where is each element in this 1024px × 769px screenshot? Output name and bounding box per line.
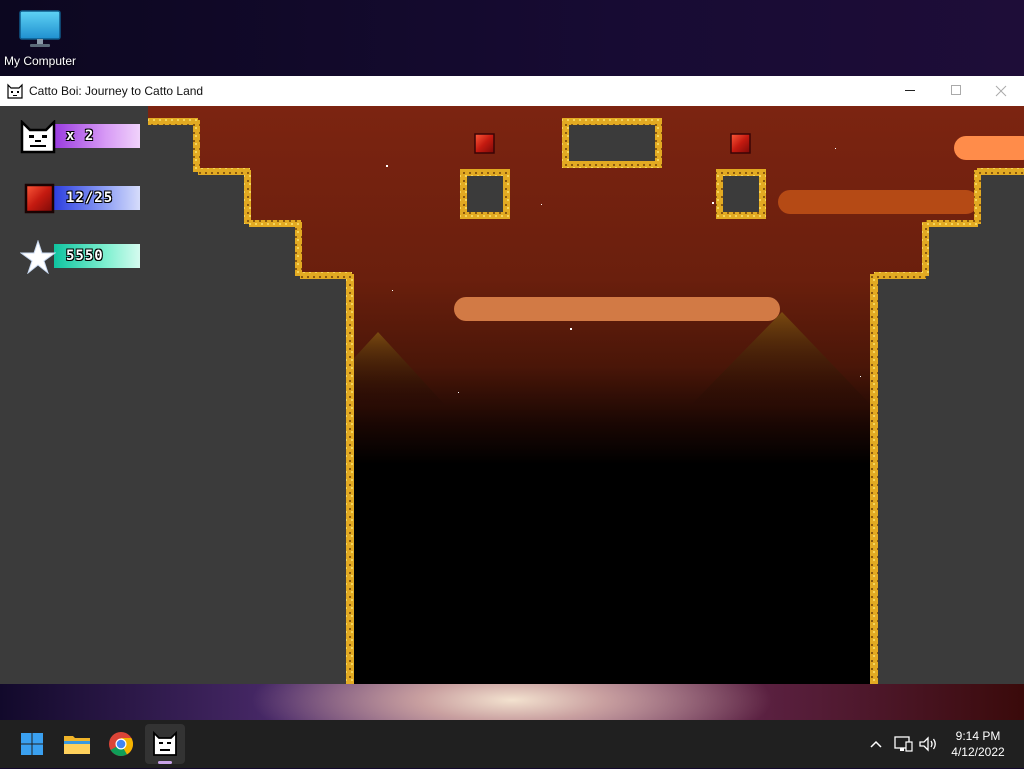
- maximize-button[interactable]: [933, 76, 979, 106]
- monitor-icon: [17, 8, 63, 50]
- chrome-button[interactable]: [101, 724, 141, 764]
- cloud: [778, 190, 978, 214]
- catto-boi-taskbar-button[interactable]: [145, 724, 185, 764]
- floating-block-top-center: [562, 118, 662, 168]
- volume-button[interactable]: [916, 732, 940, 756]
- tray-overflow-button[interactable]: [864, 732, 888, 756]
- cloud: [954, 136, 1024, 160]
- game-canvas[interactable]: x 2 12/25 5550: [0, 106, 1024, 684]
- floating-block-left: [460, 169, 510, 219]
- chevron-up-icon: [870, 740, 882, 748]
- cat-face-icon: [7, 83, 23, 99]
- taskbar: 9:14 PM 4/12/2022: [0, 720, 1024, 768]
- file-explorer-button[interactable]: [57, 724, 97, 764]
- window-title: Catto Boi: Journey to Catto Land: [29, 84, 204, 98]
- start-button[interactable]: [12, 724, 52, 764]
- desktop-wallpaper-top: [0, 0, 1024, 80]
- red-gem-collectible: [474, 133, 495, 154]
- desktop-icon-label: My Computer: [3, 54, 77, 68]
- lives-counter: x 2: [54, 124, 140, 148]
- folder-icon: [64, 736, 90, 754]
- game-scene: [0, 106, 1024, 684]
- close-icon: [995, 85, 1007, 97]
- red-gem-collectible: [730, 133, 751, 154]
- clock-time: 9:14 PM: [955, 729, 1001, 743]
- clock-date: 4/12/2022: [951, 745, 1005, 759]
- cloud: [454, 297, 780, 321]
- maximize-icon: [951, 85, 961, 95]
- close-button[interactable]: [978, 76, 1024, 106]
- star-icon: [19, 239, 57, 275]
- minimize-icon: [905, 90, 915, 91]
- red-gem-icon: [20, 182, 56, 216]
- network-status-button[interactable]: [891, 732, 915, 756]
- volume-icon: [919, 736, 936, 752]
- active-app-indicator: [158, 761, 172, 764]
- score-counter: 5550: [54, 244, 140, 268]
- floating-block-right: [716, 169, 766, 219]
- cat-face-icon: [20, 118, 56, 154]
- network-icon: [894, 736, 913, 752]
- minimize-button[interactable]: [887, 76, 933, 106]
- system-clock[interactable]: 9:14 PM 4/12/2022: [944, 728, 1012, 760]
- window-titlebar[interactable]: Catto Boi: Journey to Catto Land: [0, 76, 1024, 106]
- desktop-icon-my-computer[interactable]: My Computer: [0, 8, 80, 68]
- gems-counter: 12/25: [54, 186, 140, 210]
- game-window: Catto Boi: Journey to Catto Land x 2 12/…: [0, 76, 1024, 684]
- cat-face-icon: [153, 730, 177, 756]
- windows-logo-icon: [21, 733, 43, 755]
- chrome-icon: [109, 732, 134, 757]
